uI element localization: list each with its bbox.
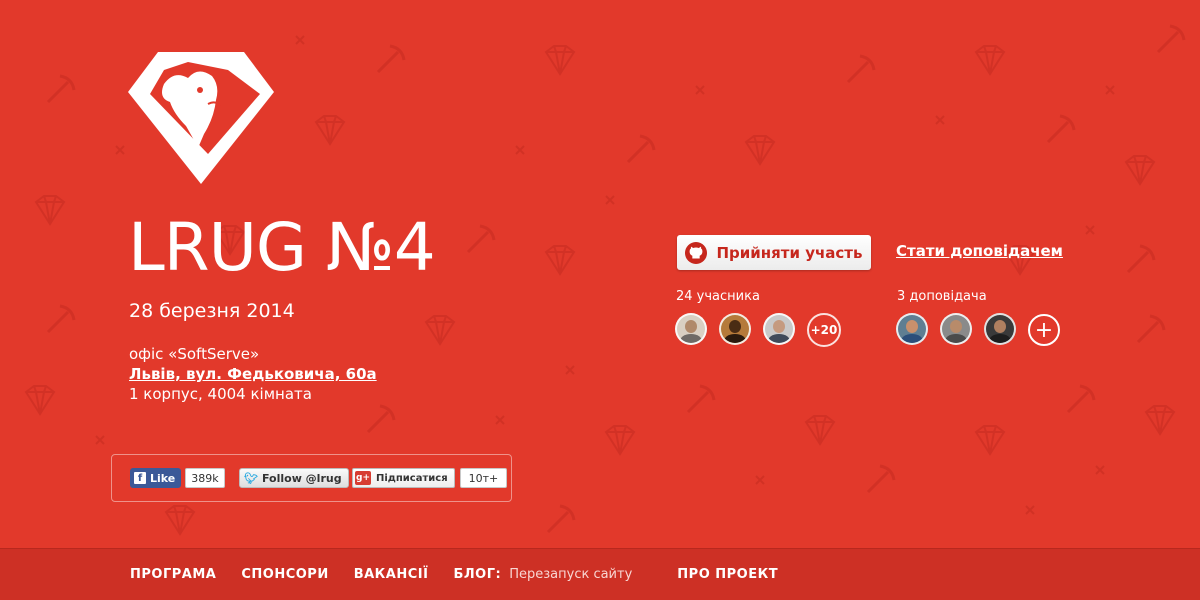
lion-diamond-logo xyxy=(128,52,274,184)
avatar[interactable] xyxy=(675,313,707,345)
google-plus-count: 10т+ xyxy=(459,468,508,488)
social-buttons-panel: f Like 389k 🐦︎ Follow @lrug g+ Підписати… xyxy=(111,454,512,502)
venue-office: офіс «SoftServe» xyxy=(129,345,260,363)
facebook-like-count: 389k xyxy=(185,468,225,488)
facebook-like-label: Like xyxy=(150,471,176,485)
avatar[interactable] xyxy=(984,313,1016,345)
speakers-avatars: + xyxy=(896,313,1060,346)
google-plus-label: Підписатися xyxy=(376,472,448,484)
event-title: LRUG №4 xyxy=(128,209,436,286)
nav-about[interactable]: ПРО ПРОЕКТ xyxy=(677,567,778,582)
avatar[interactable] xyxy=(896,313,928,345)
speakers-count: 3 доповідача xyxy=(897,289,987,304)
google-plus-icon: g+ xyxy=(355,471,371,485)
avatar[interactable] xyxy=(719,313,751,345)
twitter-icon: 🐦︎ xyxy=(244,471,258,485)
nav-blog-post-link[interactable]: Перезапуск сайту xyxy=(509,567,632,582)
google-plus-widget: g+ Підписатися 10т+ xyxy=(352,468,508,488)
facebook-icon: f xyxy=(134,472,146,484)
event-venue: офіс «SoftServe» Львів, вул. Федьковича,… xyxy=(129,344,377,404)
facebook-like-button[interactable]: f Like xyxy=(130,468,182,488)
participate-button[interactable]: Прийняти участь xyxy=(677,235,871,270)
twitter-follow-widget: 🐦︎ Follow @lrug xyxy=(239,468,349,488)
twitter-follow-label: Follow @lrug xyxy=(261,471,342,485)
nav-blog: БЛОГ: Перезапуск сайту xyxy=(453,567,657,582)
nav-blog-label[interactable]: БЛОГ: xyxy=(453,567,501,582)
nav-vacancies[interactable]: ВАКАНСІЇ xyxy=(354,567,429,582)
twitter-follow-button[interactable]: 🐦︎ Follow @lrug xyxy=(239,468,349,488)
avatar[interactable] xyxy=(763,313,795,345)
attendees-avatars: +20 xyxy=(675,313,841,347)
avatar[interactable] xyxy=(940,313,972,345)
google-plus-follow-button[interactable]: g+ Підписатися xyxy=(352,468,455,488)
footer-nav-bar: ПРОГРАМА СПОНСОРИ ВАКАНСІЇ БЛОГ: Перезап… xyxy=(0,548,1200,600)
become-speaker-link[interactable]: Стати доповідачем xyxy=(896,242,1063,260)
add-speaker-plus-icon[interactable]: + xyxy=(1028,314,1060,346)
event-date: 28 березня 2014 xyxy=(129,300,295,322)
more-attendees-badge[interactable]: +20 xyxy=(807,313,841,347)
facebook-like-widget: f Like 389k xyxy=(130,468,225,488)
attendees-count: 24 учасника xyxy=(676,289,760,304)
nav-program[interactable]: ПРОГРАМА xyxy=(130,567,216,582)
nav-sponsors[interactable]: СПОНСОРИ xyxy=(241,567,328,582)
footer-nav: ПРОГРАМА СПОНСОРИ ВАКАНСІЇ БЛОГ: Перезап… xyxy=(130,567,803,582)
participate-label: Прийняти участь xyxy=(716,243,863,262)
venue-room: 1 корпус, 4004 кімната xyxy=(129,385,312,403)
github-icon xyxy=(685,241,708,264)
venue-address-link[interactable]: Львів, вул. Федьковича, 60а xyxy=(129,364,377,384)
